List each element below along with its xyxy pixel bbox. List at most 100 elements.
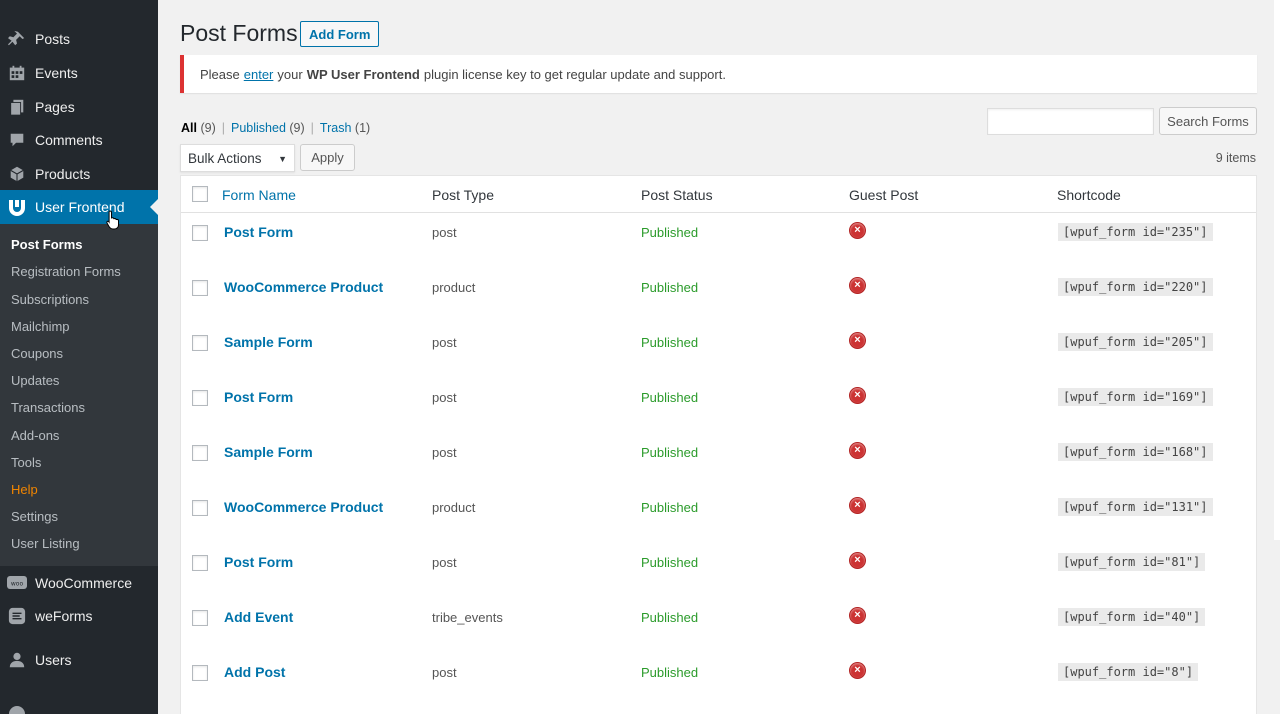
submenu-help[interactable]: Help	[11, 482, 38, 497]
shortcode-cell: [wpuf_form id="40"]	[1058, 608, 1206, 626]
submenu-updates[interactable]: Updates	[11, 373, 59, 388]
shortcode-cell: [wpuf_form id="168"]	[1058, 443, 1213, 461]
sidebar-item-weforms[interactable]: weForms	[0, 599, 158, 633]
svg-text:woo: woo	[11, 581, 24, 588]
post-type-cell: post	[432, 225, 457, 240]
license-notice: Please enter your WP User Frontend plugi…	[180, 55, 1257, 93]
post-status-cell: Published	[641, 335, 699, 350]
row-checkbox[interactable]	[192, 555, 208, 571]
row-checkbox[interactable]	[192, 335, 208, 351]
column-form-name[interactable]: Form Name	[222, 187, 296, 203]
row-checkbox[interactable]	[192, 500, 208, 516]
sidebar-label: WooCommerce	[35, 575, 132, 591]
post-status-cell: Published	[641, 500, 699, 515]
post-status-cell: Published	[641, 390, 699, 405]
row-checkbox[interactable]	[192, 445, 208, 461]
woo-icon: woo	[7, 573, 27, 593]
filter-published[interactable]: Published	[231, 121, 286, 135]
form-name-link[interactable]: Post Form	[224, 389, 293, 405]
submenu-registration-forms[interactable]: Registration Forms	[11, 264, 121, 279]
form-name-link[interactable]: Add Post	[224, 664, 285, 680]
sidebar-label: Products	[35, 166, 91, 182]
submenu-subscriptions[interactable]: Subscriptions	[11, 292, 89, 307]
sidebar-item-products[interactable]: Products	[0, 157, 158, 191]
form-name-link[interactable]: WooCommerce Product	[224, 279, 383, 295]
apply-button[interactable]: Apply	[300, 144, 355, 171]
sidebar-label: Comments	[35, 132, 103, 148]
post-type-cell: post	[432, 390, 457, 405]
notice-enter-link[interactable]: enter	[244, 67, 274, 82]
submenu-tools[interactable]: Tools	[11, 455, 41, 470]
submenu-settings[interactable]: Settings	[11, 509, 58, 524]
column-guest-post: Guest Post	[849, 187, 919, 203]
guest-post-disabled-icon: ×	[850, 278, 865, 293]
submenu-post-forms[interactable]: Post Forms	[11, 237, 83, 252]
submenu-user-listing[interactable]: User Listing	[11, 536, 80, 551]
collapse-icon[interactable]	[9, 706, 25, 714]
shortcode-cell: [wpuf_form id="235"]	[1058, 223, 1213, 241]
filter-all[interactable]: All	[181, 121, 197, 135]
form-name-link[interactable]: Sample Form	[224, 444, 313, 460]
status-filters: All (9) | Published (9) | Trash (1)	[181, 121, 370, 135]
column-post-status: Post Status	[641, 187, 713, 203]
guest-post-disabled-icon: ×	[850, 498, 865, 513]
shortcode-cell: [wpuf_form id="131"]	[1058, 498, 1213, 516]
search-input[interactable]	[987, 108, 1154, 135]
row-checkbox[interactable]	[192, 610, 208, 626]
user-icon	[7, 650, 27, 670]
table-row: Post Form post Published × [wpuf_form id="23…	[181, 214, 1256, 269]
row-checkbox[interactable]	[192, 390, 208, 406]
notice-text-middle: your	[277, 66, 303, 82]
add-form-button[interactable]: Add Form	[300, 21, 380, 47]
items-count: 9 items	[1215, 151, 1256, 165]
submenu-add-ons[interactable]: Add-ons	[11, 428, 59, 443]
shortcode-cell: [wpuf_form id="220"]	[1058, 278, 1213, 296]
table-row: Post Form post Published × [wpuf_form id="81…	[181, 544, 1256, 599]
form-name-link[interactable]: WooCommerce Product	[224, 499, 383, 515]
sidebar-item-posts[interactable]: Posts	[0, 22, 158, 56]
post-status-cell: Published	[641, 665, 699, 680]
notice-text-after: plugin license key to get regular update…	[423, 66, 726, 82]
sidebar-item-users[interactable]: Users	[0, 643, 158, 677]
sidebar-item-events[interactable]: Events	[0, 56, 158, 90]
main-content: Post Forms Add Form Please enter your WP…	[158, 0, 1280, 714]
search-forms-button[interactable]: Search Forms	[1159, 107, 1257, 135]
dropdown-arrow-icon: ▼	[278, 154, 287, 164]
form-name-link[interactable]: Sample Form	[224, 334, 313, 350]
weforms-icon	[7, 606, 27, 626]
table-row: WooCommerce Product product Published × [wpu…	[181, 489, 1256, 544]
guest-post-disabled-icon: ×	[850, 443, 865, 458]
form-name-link[interactable]: Post Form	[224, 224, 293, 240]
post-type-cell: tribe_events	[432, 610, 503, 625]
row-checkbox[interactable]	[192, 225, 208, 241]
scrollbar[interactable]	[1274, 0, 1280, 540]
row-checkbox[interactable]	[192, 280, 208, 296]
guest-post-disabled-icon: ×	[850, 388, 865, 403]
sidebar-label: Users	[35, 652, 72, 668]
page-title: Post Forms	[180, 20, 298, 46]
submenu-mailchimp[interactable]: Mailchimp	[11, 319, 70, 334]
sidebar-item-comments[interactable]: Comments	[0, 123, 158, 157]
sidebar-item-pages[interactable]: Pages	[0, 90, 158, 124]
sidebar-item-user-frontend[interactable]: User Frontend	[0, 190, 158, 224]
submenu-coupons[interactable]: Coupons	[11, 346, 63, 361]
post-type-cell: post	[432, 555, 457, 570]
form-name-link[interactable]: Post Form	[224, 554, 293, 570]
post-type-cell: product	[432, 500, 476, 515]
shortcode-cell: [wpuf_form id="8"]	[1058, 663, 1199, 681]
sidebar-label: weForms	[35, 608, 93, 624]
sidebar-label: Pages	[35, 99, 75, 115]
guest-post-disabled-icon: ×	[850, 553, 865, 568]
bulk-actions-select[interactable]: Bulk Actions ▼	[180, 144, 295, 172]
guest-post-disabled-icon: ×	[850, 663, 865, 678]
select-all-checkbox[interactable]	[192, 186, 208, 202]
filter-trash[interactable]: Trash	[320, 121, 352, 135]
row-checkbox[interactable]	[192, 665, 208, 681]
shortcode-cell: [wpuf_form id="169"]	[1058, 388, 1213, 406]
form-name-link[interactable]: Add Event	[224, 609, 293, 625]
post-status-cell: Published	[641, 225, 699, 240]
admin-sidebar: Posts Events Pages Comments Products Use…	[0, 0, 158, 714]
sidebar-label: Posts	[35, 31, 71, 47]
sidebar-item-woocommerce[interactable]: woo WooCommerce	[0, 566, 158, 600]
submenu-transactions[interactable]: Transactions	[11, 400, 85, 415]
